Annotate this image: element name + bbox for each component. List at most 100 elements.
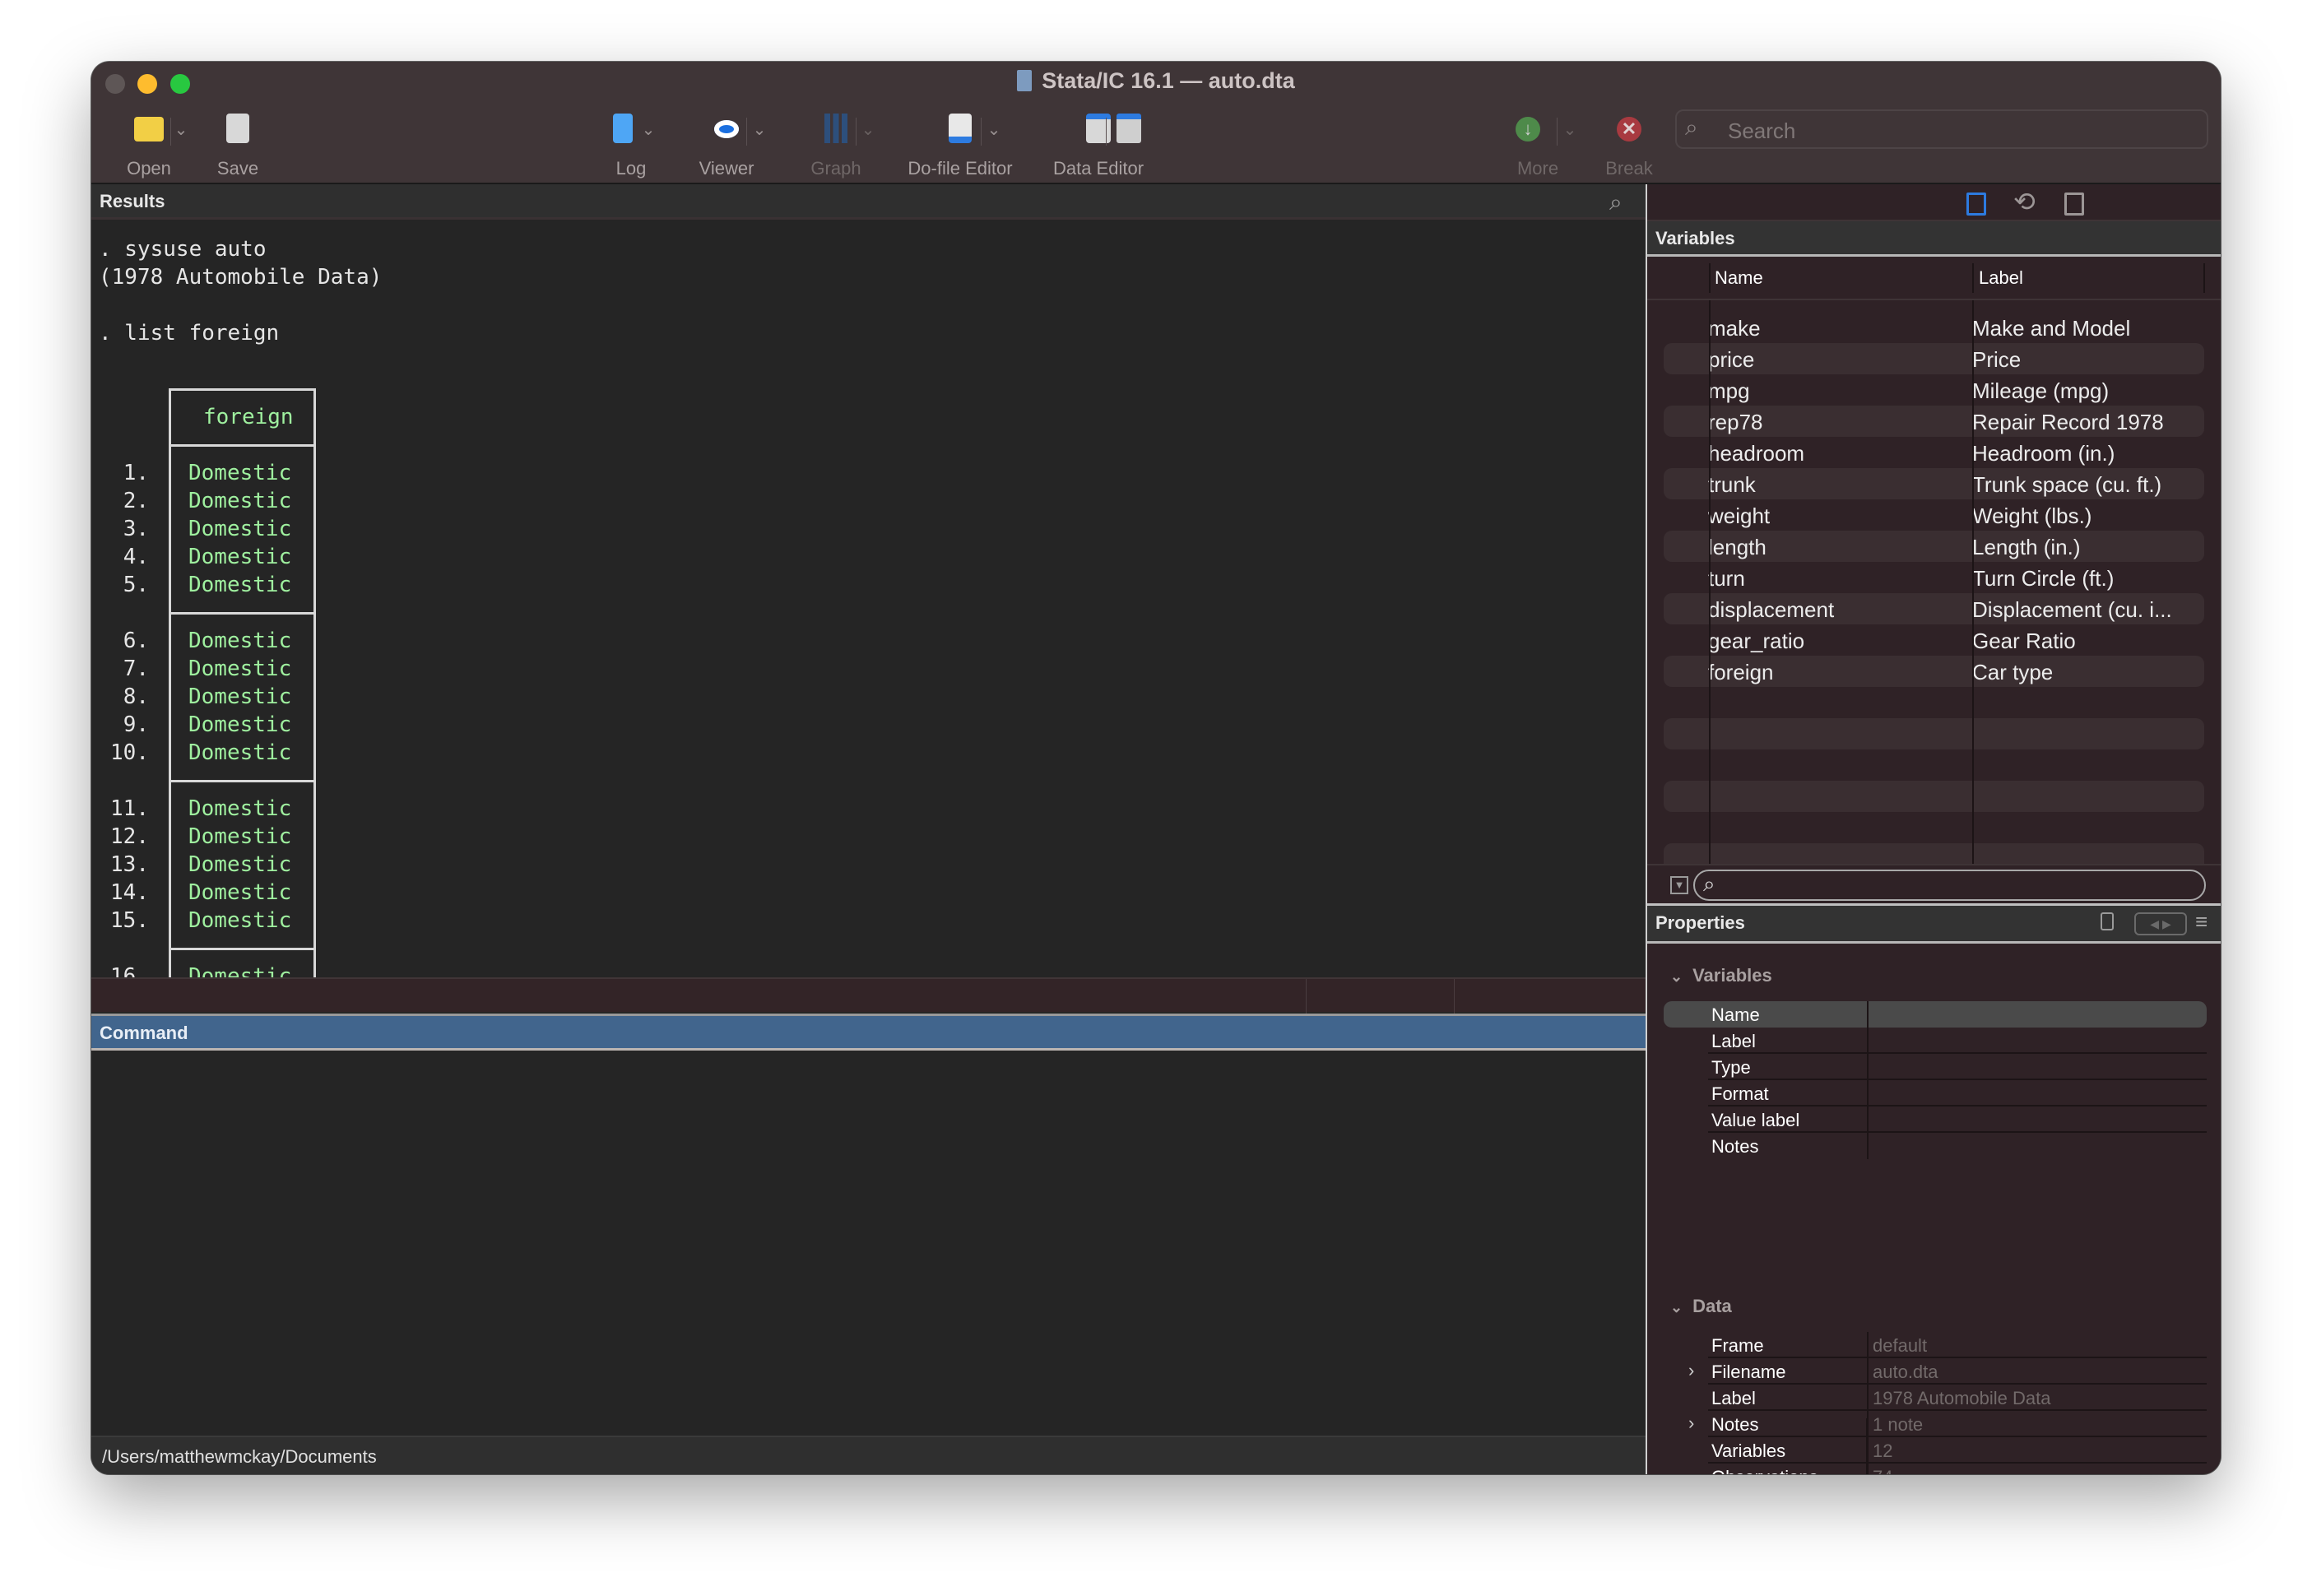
observation-number: 12. [110,824,149,849]
variable-name: mpg [1708,378,1750,403]
lock-icon[interactable] [2101,912,2114,930]
search-placeholder: Search [1728,118,1796,143]
break-button[interactable]: ✕ Break [1572,107,1687,181]
observation-value: Domestic [188,964,292,977]
empty-row [1664,781,2204,812]
command-input[interactable] [91,1051,1646,1436]
filter-icon[interactable]: ▼ [1670,876,1688,894]
chevron-right-icon[interactable]: › [1688,1413,1694,1434]
variable-row[interactable]: displacement Displacement (cu. i... [1664,593,2204,624]
variable-row[interactable]: gear_ratio Gear Ratio [1664,624,2204,656]
properties-body: ⌄ Variables Name Label Type Format Value label… [1647,944,2221,1474]
observation-number: 14. [110,880,149,905]
variable-label: Price [1972,347,2022,372]
property-row[interactable]: Notes [1664,1133,2207,1159]
dofile-chevron-down-icon[interactable]: ⌄ [986,119,1002,140]
observation-number: 9. [123,712,149,737]
chevron-right-icon[interactable]: › [1688,1360,1694,1381]
observation-number: 15. [110,908,149,933]
variable-row[interactable]: trunk Trunk space (cu. ft.) [1664,468,2204,499]
variables-filter-input[interactable]: ⌕ [1693,870,2206,901]
variable-row[interactable]: turn Turn Circle (ft.) [1664,562,2204,593]
property-row[interactable]: Variables 12 [1664,1437,2207,1464]
observation-value: Domestic [188,740,292,765]
variable-row[interactable]: price Price [1664,343,2204,374]
observation-value: Domestic [188,796,292,821]
property-row[interactable]: Observations 74 [1664,1464,2207,1474]
log-chevron-down-icon[interactable]: ⌄ [640,119,657,140]
command-header: Command [91,1014,1646,1051]
variable-name: trunk [1708,472,1756,497]
viewer-button[interactable]: Viewer [669,107,784,181]
viewer-chevron-down-icon[interactable]: ⌄ [751,119,768,140]
variable-name: turn [1708,566,1745,591]
variable-name: rep78 [1708,410,1763,434]
property-value: 74 [1873,1467,1892,1474]
property-row[interactable]: Label [1664,1028,2207,1054]
observation-number: 6. [123,629,149,653]
property-value: auto.dta [1873,1362,1938,1382]
variable-row[interactable]: foreign Car type [1664,656,2204,687]
graph-chevron-down-icon[interactable]: ⌄ [860,119,876,140]
observation-number: 10. [110,740,149,765]
chevron-down-icon: ⌄ [1670,968,1683,985]
properties-group-data[interactable]: ⌄ Data [1670,1296,1732,1317]
property-row[interactable]: Value label [1664,1107,2207,1133]
results-status-strip [91,977,1646,1014]
window-title: Stata/IC 16.1 — auto.dta [91,68,2221,94]
variable-row[interactable]: make Make and Model [1664,312,2204,343]
prev-next-buttons[interactable]: ◀ ▶ [2134,912,2187,935]
property-key: Filename [1711,1362,1786,1382]
column-header-name[interactable]: Name [1715,267,1763,289]
column-header-label[interactable]: Label [1979,267,2023,289]
variables-tab-icon[interactable] [1966,193,1986,216]
observation-number: 5. [123,573,149,597]
folder-icon [134,117,164,142]
observation-number: 3. [123,517,149,541]
variable-row[interactable]: headroom Headroom (in.) [1664,437,2204,468]
save-label: Save [216,158,259,179]
search-icon: ⌕ [1685,114,1698,140]
observation-value: Domestic [188,573,292,597]
properties-group-variables[interactable]: ⌄ Variables [1670,965,1772,986]
save-button[interactable]: Save [180,107,295,181]
break-x-circle-icon: ✕ [1617,117,1641,142]
search-icon: ⌕ [1703,871,1715,896]
property-row[interactable]: Frame default [1664,1332,2207,1358]
observation-number: 7. [123,656,149,681]
property-row[interactable]: › Notes 1 note [1664,1411,2207,1437]
variable-name: price [1708,347,1755,372]
history-tab-icon[interactable]: ⟲ [2013,186,2036,217]
search-icon[interactable]: ⌕ [1609,189,1623,216]
variable-row[interactable]: weight Weight (lbs.) [1664,499,2204,531]
variable-name: weight [1708,503,1771,528]
chevron-down-icon: ⌄ [1670,1299,1683,1315]
property-row[interactable]: Format [1664,1080,2207,1107]
dofile-editor-button[interactable]: Do-file Editor [903,107,1018,181]
property-value: default [1873,1335,1928,1356]
property-row[interactable]: Label 1978 Automobile Data [1664,1385,2207,1411]
search-input[interactable]: ⌕ Search [1675,109,2208,149]
data-browser-icon[interactable] [1117,114,1141,143]
variables-list: make Make and Model price Price mpg Mileage (… [1647,300,2221,864]
list-separator [169,948,314,950]
observation-value: Domestic [188,629,292,653]
variable-name: length [1708,535,1766,559]
viewer-label: Viewer [699,158,754,179]
property-row[interactable]: Type [1664,1054,2207,1080]
variable-row[interactable]: rep78 Repair Record 1978 [1664,406,2204,437]
document-icon [1017,70,1033,91]
column-divider [1709,300,1711,864]
property-key: Label [1711,1031,1756,1051]
results-pane: . sysuse auto (1978 Automobile Data) . lis… [91,220,1646,977]
property-row[interactable]: Name [1664,1001,2207,1028]
bar-chart-icon [824,114,847,143]
graph-button[interactable]: Graph [778,107,894,181]
variable-row[interactable]: length Length (in.) [1664,531,2204,562]
column-divider [1972,300,1974,864]
variable-row[interactable]: mpg Mileage (mpg) [1664,374,2204,406]
menu-icon[interactable]: ≡ [2195,909,2208,935]
folder-tab-icon[interactable] [2064,193,2084,216]
observation-number: 11. [110,796,149,821]
property-row[interactable]: › Filename auto.dta [1664,1358,2207,1385]
